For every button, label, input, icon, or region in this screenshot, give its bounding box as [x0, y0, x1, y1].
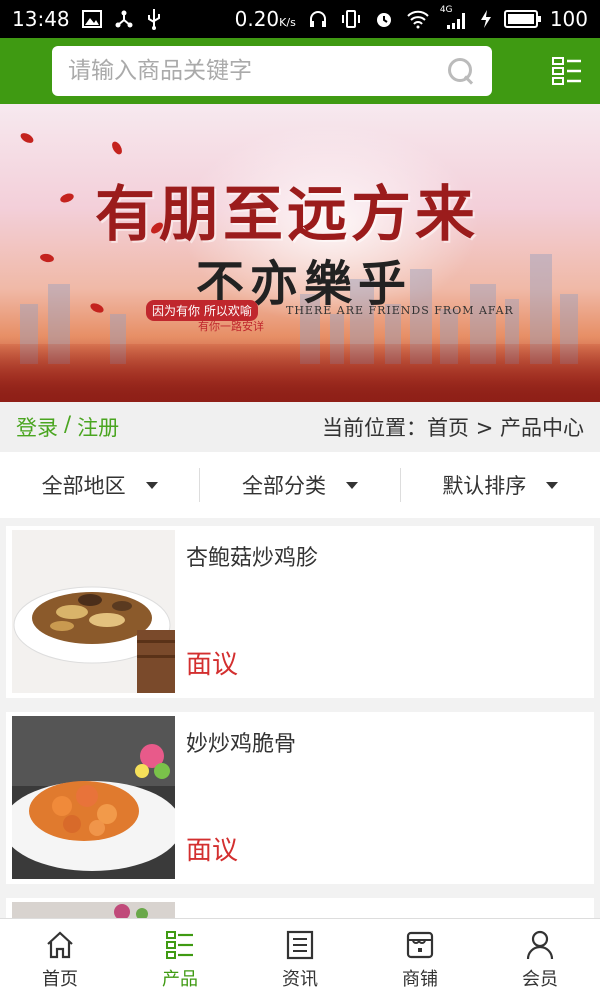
filter-category-label: 全部分类: [241, 474, 326, 498]
register-link[interactable]: 注册: [77, 412, 119, 442]
product-name[interactable]: 妙炒鸡脆骨: [186, 726, 296, 758]
nav-shop-label: 商铺: [402, 968, 438, 990]
wifi-icon: [406, 9, 430, 29]
nav-home-label: 首页: [42, 968, 78, 990]
caret-down-icon: [345, 481, 358, 489]
filter-bar: 全部地区 全部分类 默认排序: [0, 452, 600, 518]
nav-news[interactable]: 资讯: [240, 919, 360, 1000]
share-icon: [114, 9, 134, 29]
product-card[interactable]: 杏鲍菇炒鸡胗 面议: [6, 526, 594, 698]
nav-shop[interactable]: 商铺: [360, 919, 480, 1000]
search-icon[interactable]: [446, 56, 476, 86]
breadcrumb-home[interactable]: 首页: [427, 416, 469, 440]
filter-sort-label: 默认排序: [442, 474, 527, 498]
caret-down-icon: [145, 481, 158, 489]
nav-member-label: 会员: [522, 968, 558, 990]
battery-level: 100: [549, 7, 588, 31]
breadcrumb-arrow: >: [475, 416, 494, 440]
image-icon: [81, 10, 102, 28]
alarm-icon: [374, 9, 394, 29]
status-time: 13:48: [12, 7, 70, 31]
filter-region[interactable]: 全部地区: [0, 468, 199, 502]
breadcrumb-bar: 登录 / 注册 当前位置：首页 > 产品中心: [0, 402, 600, 452]
headphones-icon: [308, 9, 328, 29]
status-bar: 13:48 0.20K/s 4G 100: [0, 0, 600, 38]
filter-region-label: 全部地区: [41, 474, 126, 498]
product-card[interactable]: [6, 898, 594, 920]
promo-banner[interactable]: 有朋至远方来 不亦樂乎 因为有你 所以欢喻 THERE ARE FRIENDS …: [0, 104, 600, 402]
nav-products[interactable]: 产品: [120, 919, 240, 1000]
nav-news-label: 资讯: [282, 968, 318, 990]
search-box[interactable]: [52, 46, 492, 96]
login-link[interactable]: 登录: [16, 412, 58, 442]
vibrate-icon: [340, 9, 362, 29]
news-icon: [286, 930, 314, 959]
network-speed-unit: K/s: [279, 16, 296, 29]
usb-icon: [146, 8, 162, 30]
product-price: 面议: [186, 650, 239, 680]
login-separator: /: [64, 412, 72, 436]
product-name[interactable]: 杏鲍菇炒鸡胗: [186, 540, 318, 572]
filter-category[interactable]: 全部分类: [199, 468, 399, 502]
location-label: 当前位置：: [322, 416, 428, 440]
nav-products-label: 产品: [162, 968, 198, 990]
product-image[interactable]: [12, 716, 175, 879]
banner-title: 有朋至远方来: [95, 180, 479, 250]
nav-member[interactable]: 会员: [480, 919, 600, 1000]
bottom-nav: 首页 产品 资讯 商铺 会员: [0, 918, 600, 1000]
caret-down-icon: [546, 481, 559, 489]
header: [0, 38, 600, 104]
search-input[interactable]: [68, 58, 446, 84]
banner-note: 有你一路安详: [198, 320, 264, 333]
battery-icon: [503, 10, 541, 28]
member-icon: [526, 930, 554, 959]
shop-icon: [406, 931, 434, 958]
breadcrumb: 当前位置：首页 > 产品中心: [322, 412, 584, 442]
product-image[interactable]: [12, 530, 175, 693]
product-list-icon: [166, 930, 193, 959]
menu-icon[interactable]: [552, 57, 582, 85]
nav-home[interactable]: 首页: [0, 919, 120, 1000]
home-icon: [47, 931, 73, 958]
filter-sort[interactable]: 默认排序: [399, 468, 600, 502]
signal-icon: 4G: [440, 5, 468, 29]
product-price: 面议: [186, 836, 239, 866]
breadcrumb-current: 产品中心: [500, 416, 584, 440]
product-card[interactable]: 妙炒鸡脆骨 面议: [6, 712, 594, 884]
network-type: 4G: [439, 5, 453, 15]
network-speed: 0.20: [234, 7, 280, 31]
banner-english-text: THERE ARE FRIENDS FROM AFAR: [286, 304, 514, 317]
charging-icon: [480, 9, 492, 29]
